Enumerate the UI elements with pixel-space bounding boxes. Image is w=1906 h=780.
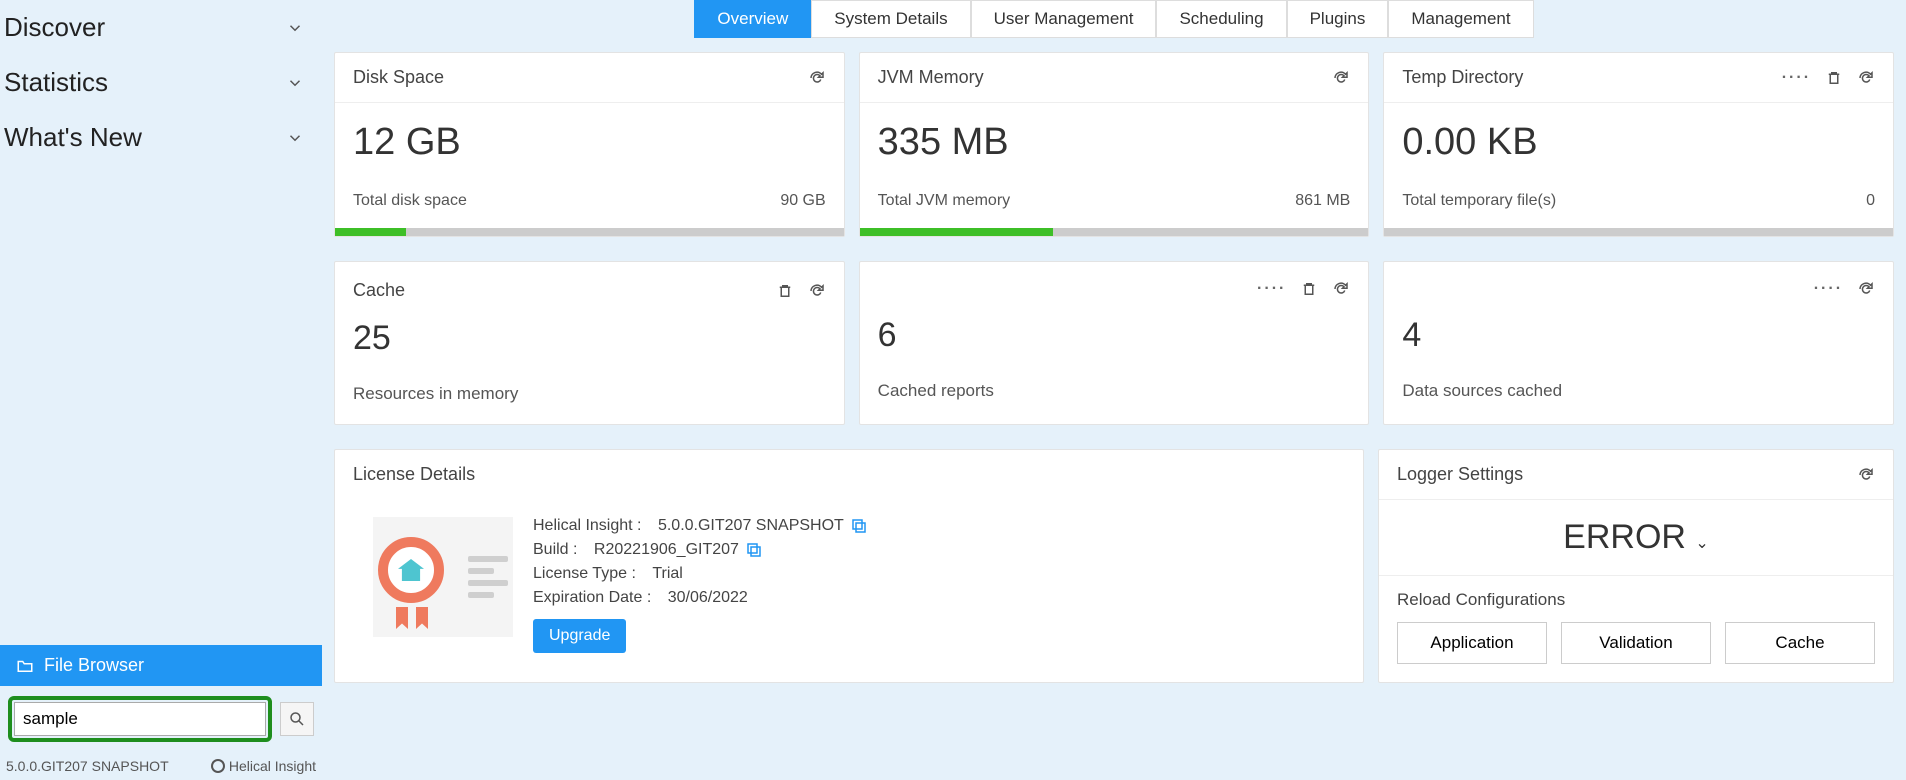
ds-value: 4 bbox=[1402, 316, 1875, 355]
tab-user-management[interactable]: User Management bbox=[971, 0, 1157, 38]
logger-title: Logger Settings bbox=[1397, 464, 1523, 485]
chevron-down-icon bbox=[286, 74, 304, 92]
card-title: Cache bbox=[353, 280, 405, 301]
trash-icon[interactable] bbox=[776, 282, 794, 300]
reports-value: 6 bbox=[878, 316, 1351, 355]
more-icon[interactable]: ···· bbox=[1814, 280, 1843, 298]
reload-label: Reload Configurations bbox=[1379, 590, 1893, 622]
reports-sub: Cached reports bbox=[878, 381, 1351, 401]
license-badge-image bbox=[373, 517, 513, 637]
tab-management[interactable]: Management bbox=[1388, 0, 1533, 38]
refresh-icon[interactable] bbox=[1857, 69, 1875, 87]
more-icon[interactable]: ···· bbox=[1782, 69, 1811, 87]
card-data-sources: ···· 4 Data sources cached bbox=[1383, 261, 1894, 425]
card-cached-reports: ···· 6 Cached reports bbox=[859, 261, 1370, 425]
reload-validation-button[interactable]: Validation bbox=[1561, 622, 1711, 664]
file-search-input[interactable] bbox=[14, 702, 266, 736]
temp-progress bbox=[1384, 228, 1893, 236]
card-cache: Cache 25 Resources in memory bbox=[334, 261, 845, 425]
chevron-down-icon bbox=[286, 129, 304, 147]
refresh-icon[interactable] bbox=[1332, 280, 1350, 298]
card-title: JVM Memory bbox=[878, 67, 984, 88]
sidebar-item-label: Statistics bbox=[4, 67, 108, 98]
disk-progress bbox=[335, 228, 844, 236]
refresh-icon[interactable] bbox=[1857, 280, 1875, 298]
chevron-down-icon bbox=[286, 19, 304, 37]
sidebar-item-statistics[interactable]: Statistics bbox=[0, 55, 322, 110]
logger-level-dropdown[interactable]: ERROR ⌄ bbox=[1379, 500, 1893, 575]
trash-icon[interactable] bbox=[1825, 69, 1843, 87]
copy-icon[interactable] bbox=[745, 541, 763, 559]
card-logger: Logger Settings ERROR ⌄ Reload Configura… bbox=[1378, 449, 1894, 683]
brand-link[interactable]: Helical Insight bbox=[211, 758, 316, 774]
folder-icon bbox=[16, 657, 34, 675]
card-license: License Details Helical Insigh bbox=[334, 449, 1364, 683]
tab-plugins[interactable]: Plugins bbox=[1287, 0, 1389, 38]
temp-value: 0.00 KB bbox=[1402, 121, 1875, 164]
license-title: License Details bbox=[353, 464, 475, 485]
refresh-icon[interactable] bbox=[808, 282, 826, 300]
file-browser-label: File Browser bbox=[44, 655, 144, 676]
sidebar-item-label: Discover bbox=[4, 12, 105, 43]
version-label: 5.0.0.GIT207 SNAPSHOT bbox=[6, 758, 169, 774]
cache-sub: Resources in memory bbox=[353, 384, 826, 404]
reload-cache-button[interactable]: Cache bbox=[1725, 622, 1875, 664]
refresh-icon[interactable] bbox=[1857, 466, 1875, 484]
card-title: Disk Space bbox=[353, 67, 444, 88]
disk-value: 12 GB bbox=[353, 121, 826, 164]
ds-sub: Data sources cached bbox=[1402, 381, 1875, 401]
file-search-button[interactable] bbox=[280, 702, 314, 736]
jvm-progress bbox=[860, 228, 1369, 236]
brand-icon bbox=[211, 759, 225, 773]
jvm-value: 335 MB bbox=[878, 121, 1351, 164]
card-disk-space: Disk Space 12 GB Total disk space90 GB bbox=[334, 52, 845, 237]
sidebar-item-whatsnew[interactable]: What's New bbox=[0, 110, 322, 165]
copy-icon[interactable] bbox=[850, 517, 868, 535]
tab-scheduling[interactable]: Scheduling bbox=[1156, 0, 1286, 38]
card-title: Temp Directory bbox=[1402, 67, 1523, 88]
tab-bar: Overview System Details User Management … bbox=[334, 0, 1894, 38]
tab-system-details[interactable]: System Details bbox=[811, 0, 970, 38]
card-jvm-memory: JVM Memory 335 MB Total JVM memory861 MB bbox=[859, 52, 1370, 237]
more-icon[interactable]: ···· bbox=[1257, 280, 1286, 298]
upgrade-button[interactable]: Upgrade bbox=[533, 619, 626, 653]
sidebar-item-label: What's New bbox=[4, 122, 142, 153]
search-icon bbox=[288, 710, 306, 728]
card-temp-dir: Temp Directory ···· 0.00 KB Total tempor… bbox=[1383, 52, 1894, 237]
refresh-icon[interactable] bbox=[808, 69, 826, 87]
cache-value: 25 bbox=[353, 319, 826, 358]
trash-icon[interactable] bbox=[1300, 280, 1318, 298]
tab-overview[interactable]: Overview bbox=[694, 0, 811, 38]
reload-application-button[interactable]: Application bbox=[1397, 622, 1547, 664]
refresh-icon[interactable] bbox=[1332, 69, 1350, 87]
file-browser-header[interactable]: File Browser bbox=[0, 645, 322, 686]
sidebar-item-discover[interactable]: Discover bbox=[0, 0, 322, 55]
